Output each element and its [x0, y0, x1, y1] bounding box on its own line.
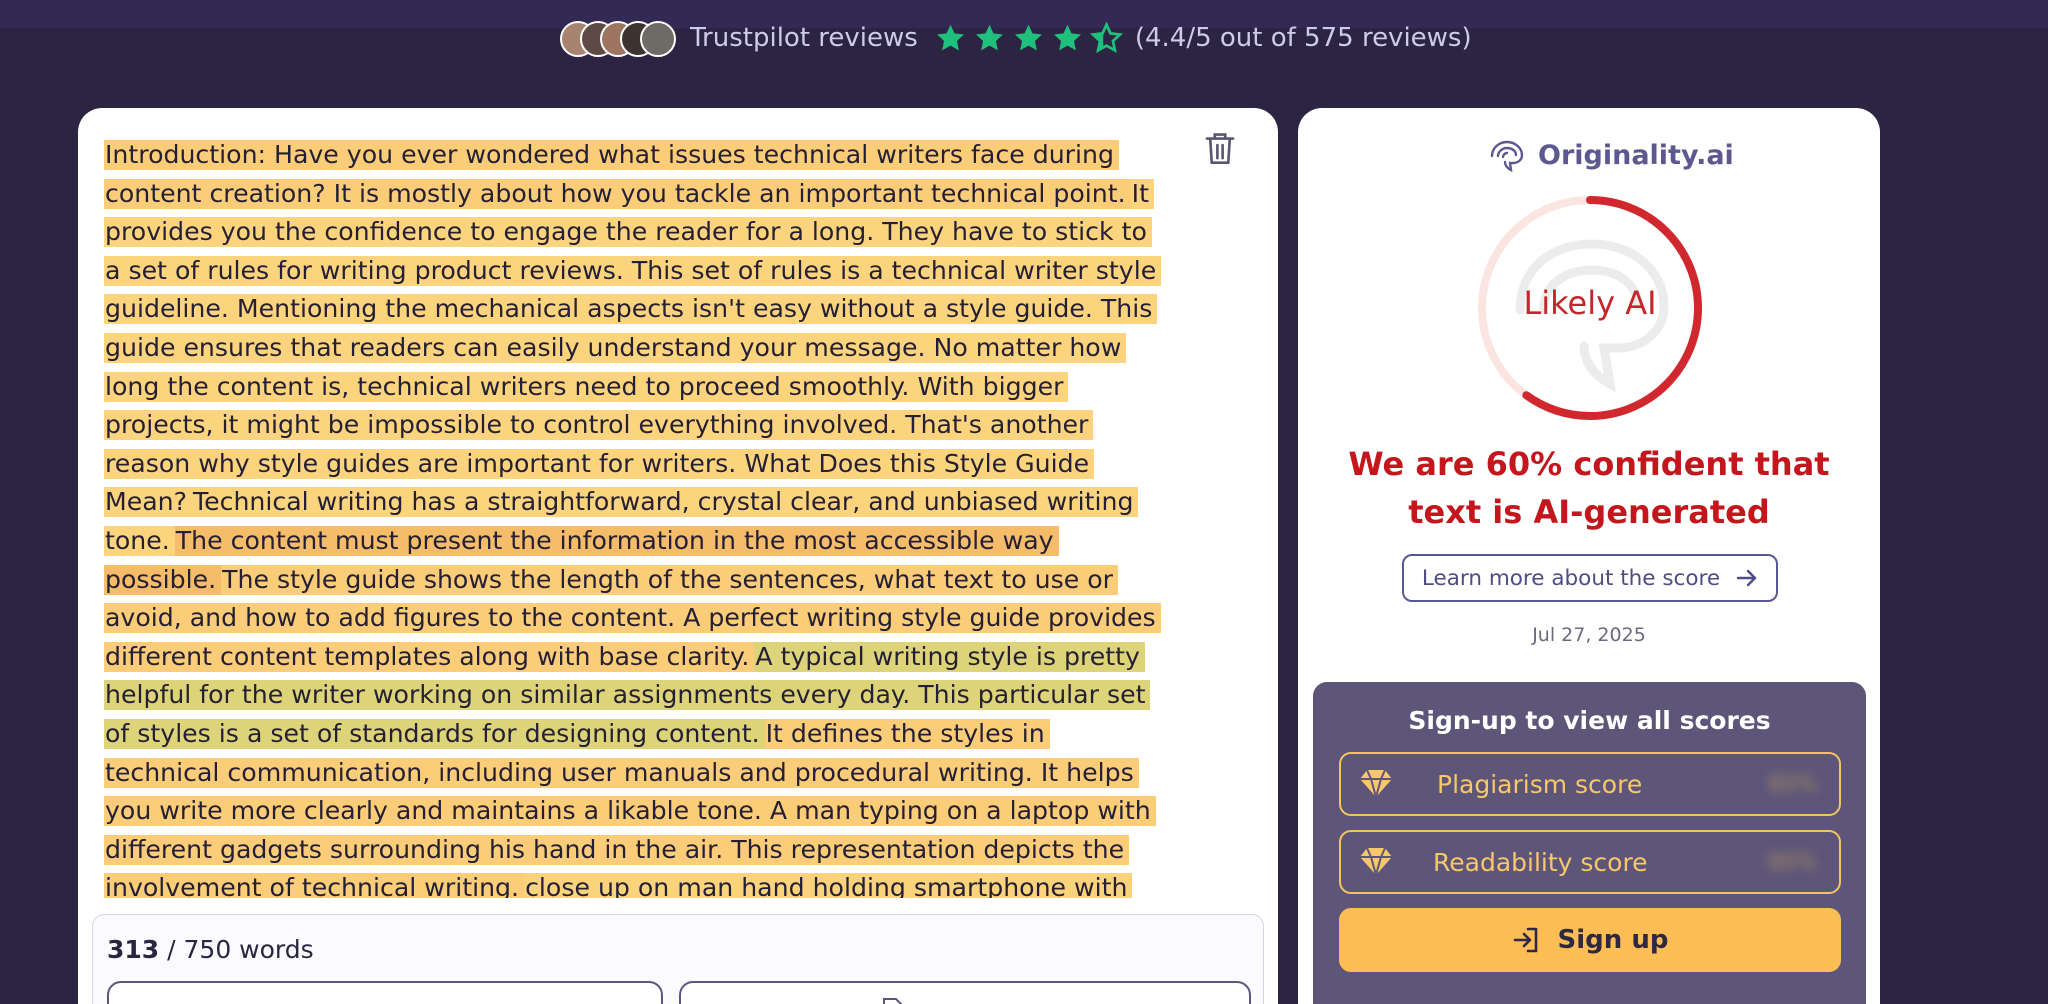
rating-summary: (4.4/5 out of 575 reviews) — [1134, 23, 1472, 53]
star-icon — [936, 24, 964, 50]
avatar — [640, 21, 676, 57]
upload-file-button[interactable] — [679, 981, 1251, 1004]
plagiarism-label: Plagiarism score — [1437, 770, 1643, 799]
star-icon — [1014, 24, 1042, 50]
brand-name: Originality.ai — [1538, 139, 1734, 171]
star-icon — [1053, 24, 1081, 50]
word-limit: / 750 words — [167, 935, 314, 964]
learn-more-label: Learn more about the score — [1421, 565, 1721, 591]
reviewer-avatars — [560, 19, 678, 57]
document-icon — [883, 998, 903, 1004]
word-count-bar: 313 / 750 words — [92, 914, 1264, 1004]
readability-score-row[interactable]: Readability score 80% — [1339, 830, 1841, 894]
gem-icon — [1360, 769, 1392, 798]
scan-button[interactable] — [107, 981, 663, 1004]
word-count-value: 313 — [107, 935, 160, 964]
readability-label: Readability score — [1433, 848, 1648, 877]
star-icon — [975, 24, 1003, 50]
brain-icon — [1490, 140, 1524, 172]
signup-button[interactable]: Sign up — [1339, 908, 1841, 972]
plagiarism-value: 80% — [1768, 772, 1817, 797]
signup-panel: Sign-up to view all scores Plagiarism sc… — [1313, 682, 1866, 1004]
rating-stars — [934, 21, 1123, 55]
star-icon — [1089, 21, 1123, 53]
plagiarism-score-row[interactable]: Plagiarism score 80% — [1339, 752, 1841, 816]
trustpilot-bar[interactable]: Trustpilot reviews (4.4/5 out of 575 rev… — [560, 18, 1472, 58]
scan-date: Jul 27, 2025 — [1532, 624, 1646, 646]
trustpilot-label: Trustpilot reviews — [690, 23, 918, 53]
signup-title: Sign-up to view all scores — [1408, 706, 1771, 735]
signup-label: Sign up — [1557, 925, 1669, 955]
brand-logo: Originality.ai — [1486, 138, 1734, 172]
readability-value: 80% — [1768, 850, 1817, 875]
highlighted-segment: It provides you the confidence to engage… — [104, 178, 1162, 518]
word-counter: 313 / 750 words — [107, 935, 314, 964]
learn-more-button[interactable]: Learn more about the score — [1402, 554, 1778, 602]
login-icon — [1513, 927, 1537, 953]
highlighted-segment: Introduction: Have you ever wondered wha… — [104, 140, 1131, 209]
confidence-headline: We are 60% confident that text is AI-gen… — [1348, 445, 1830, 531]
gauge-label: Likely AI — [1523, 284, 1657, 322]
gem-icon — [1360, 847, 1392, 876]
arrow-right-icon — [1736, 569, 1757, 587]
input-text-area[interactable]: Introduction: Have you ever wondered wha… — [104, 136, 1164, 898]
trash-icon[interactable] — [1204, 132, 1236, 166]
